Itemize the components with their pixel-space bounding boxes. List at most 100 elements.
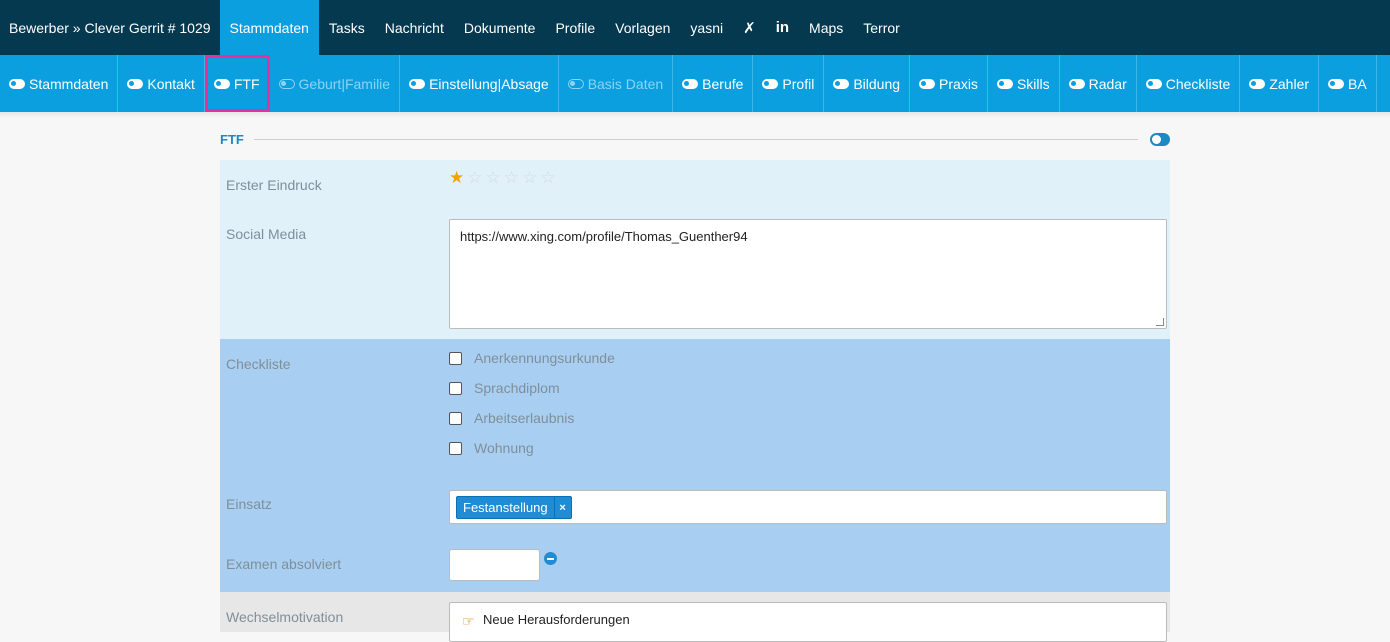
subnav-praxis[interactable]: Praxis xyxy=(910,55,988,112)
toggle-on-icon xyxy=(919,78,936,89)
star-icon[interactable]: ☆ xyxy=(540,169,555,186)
rating-stars: ★ ☆ ☆ ☆ ☆ ☆ xyxy=(449,169,559,186)
subnav-berufe[interactable]: Berufe xyxy=(673,55,754,112)
topnav-yasni[interactable]: yasni xyxy=(680,0,733,55)
resize-handle-icon[interactable] xyxy=(1156,318,1164,326)
subnav-label: FTF xyxy=(233,75,260,92)
checkbox[interactable] xyxy=(449,381,462,395)
examen-label: Examen absolviert xyxy=(226,556,342,572)
subnav-radar[interactable]: Radar xyxy=(1060,55,1137,112)
subnav-label: BA xyxy=(1348,75,1367,92)
star-icon[interactable]: ☆ xyxy=(522,169,537,186)
subnav-checkliste[interactable]: Checkliste xyxy=(1137,55,1241,112)
minus-circle-icon[interactable] xyxy=(544,552,557,565)
star-icon[interactable]: ☆ xyxy=(486,169,501,186)
pointing-hand-icon: ☞ xyxy=(462,613,475,629)
subnav-label: Bildung xyxy=(853,75,901,92)
subnav-label: Skills xyxy=(1016,75,1050,92)
checkbox-label: Anerkennungsurkunde xyxy=(474,350,615,366)
subnav-profil[interactable]: Profil xyxy=(753,55,825,112)
checkbox-wohnung[interactable]: Wohnung xyxy=(449,440,534,456)
toggle-on-icon xyxy=(682,78,699,89)
subnav-label: Checkliste xyxy=(1165,75,1231,92)
toggle-on-icon xyxy=(762,78,779,89)
checkbox-arbeitserlaubnis[interactable]: Arbeitserlaubnis xyxy=(449,410,574,426)
subnav-stammdaten[interactable]: Stammdaten xyxy=(0,55,119,112)
xing-icon[interactable]: ✗ xyxy=(733,0,766,55)
wechselmotivation-select[interactable]: ☞ Neue Herausforderungen xyxy=(449,602,1167,642)
toggle-on-icon xyxy=(1328,78,1345,89)
subnav-label: Basis Daten xyxy=(587,75,664,92)
top-navbar: Bewerber » Clever Gerrit # 1029 Stammdat… xyxy=(0,0,1390,55)
checkliste-label: Checkliste xyxy=(226,356,291,372)
checkbox[interactable] xyxy=(449,441,462,455)
subnav-kontakt[interactable]: Kontakt xyxy=(118,55,205,112)
topnav-profile[interactable]: Profile xyxy=(545,0,605,55)
topnav-dokumente[interactable]: Dokumente xyxy=(454,0,546,55)
subnav-label: Praxis xyxy=(939,75,978,92)
topnav-terror[interactable]: Terror xyxy=(853,0,910,55)
toggle-on-icon xyxy=(1145,78,1162,89)
candidate-title: Bewerber » Clever Gerrit # 1029 xyxy=(9,19,211,36)
toggle-off-icon xyxy=(567,78,584,89)
star-icon[interactable]: ★ xyxy=(449,169,464,186)
subnav-label: Radar xyxy=(1088,75,1127,92)
wechselmotivation-label: Wechselmotivation xyxy=(226,609,344,625)
checkbox-label: Wohnung xyxy=(474,440,534,456)
topnav-maps[interactable]: Maps xyxy=(799,0,853,55)
erster-eindruck-label: Erster Eindruck xyxy=(226,177,322,193)
examen-input[interactable] xyxy=(449,549,540,581)
star-icon[interactable]: ☆ xyxy=(467,169,482,186)
section-divider xyxy=(253,138,1138,140)
row-checkliste-block: Checkliste Anerkennungsurkunde Sprachdip… xyxy=(220,339,1170,592)
topnav-vorlagen[interactable]: Vorlagen xyxy=(605,0,680,55)
linkedin-icon[interactable]: in xyxy=(766,0,799,55)
section-header: FTF xyxy=(220,130,1170,148)
checkbox[interactable] xyxy=(449,411,462,425)
subnav-einstellung-absage[interactable]: Einstellung|Absage xyxy=(400,55,559,112)
row-wechselmotivation: Wechselmotivation ☞ Neue Herausforderung… xyxy=(220,592,1170,642)
toggle-off-icon xyxy=(278,78,295,89)
subnav-label: Zahler xyxy=(1269,75,1310,92)
row-social-media: Social Media https://www.xing.com/profil… xyxy=(220,210,1170,339)
star-icon[interactable]: ☆ xyxy=(504,169,519,186)
toggle-on-icon xyxy=(127,78,144,89)
toggle-on-icon xyxy=(213,78,230,89)
social-media-value: https://www.xing.com/profile/Thomas_Guen… xyxy=(460,229,748,244)
wechselmotivation-value: Neue Herausforderungen xyxy=(483,612,630,627)
subnav-ba[interactable]: BA xyxy=(1319,55,1377,112)
subnav-bildung[interactable]: Bildung xyxy=(824,55,911,112)
toggle-on-icon xyxy=(9,78,25,89)
topnav-nachricht[interactable]: Nachricht xyxy=(375,0,454,55)
subnav-ftf[interactable]: FTF xyxy=(204,55,270,112)
subnav-zahler[interactable]: Zahler xyxy=(1240,55,1320,112)
toggle-on-icon xyxy=(996,78,1013,89)
subnav-basis-daten[interactable]: Basis Daten xyxy=(559,55,674,112)
subnav-label: Geburt|Familie xyxy=(298,75,391,92)
toggle-on-icon xyxy=(833,78,850,89)
topnav-stammdaten[interactable]: Stammdaten xyxy=(219,0,319,55)
checkbox-anerkennungsurkunde[interactable]: Anerkennungsurkunde xyxy=(449,350,615,366)
tag-label: Festanstellung xyxy=(463,500,548,515)
einsatz-tag: Festanstellung × xyxy=(456,496,572,519)
subnav-geburt-familie[interactable]: Geburt|Familie xyxy=(270,55,401,112)
topnav-tasks[interactable]: Tasks xyxy=(319,0,375,55)
section-toggle[interactable] xyxy=(1150,132,1170,146)
remove-tag-icon[interactable]: × xyxy=(553,497,571,518)
subnav-label: Kontakt xyxy=(147,75,195,92)
social-media-label: Social Media xyxy=(226,226,307,242)
section-navbar: Stammdaten Kontakt FTF Geburt|Familie Ei… xyxy=(0,55,1390,112)
subnav-skills[interactable]: Skills xyxy=(988,55,1060,112)
subnav-label: Einstellung|Absage xyxy=(429,75,549,92)
checkbox-sprachdiplom[interactable]: Sprachdiplom xyxy=(449,380,560,396)
subnav-label: Stammdaten xyxy=(29,75,109,92)
section-title: FTF xyxy=(220,131,244,147)
einsatz-multiselect[interactable]: Festanstellung × xyxy=(449,490,1167,524)
social-media-textarea[interactable]: https://www.xing.com/profile/Thomas_Guen… xyxy=(449,219,1167,329)
checkbox-label: Sprachdiplom xyxy=(474,380,560,396)
checkbox[interactable] xyxy=(449,351,462,365)
subnav-label: Profil xyxy=(782,75,815,92)
subnav-label: Berufe xyxy=(702,75,744,92)
row-erster-eindruck: Erster Eindruck ★ ☆ ☆ ☆ ☆ ☆ xyxy=(220,160,1170,210)
checkbox-label: Arbeitserlaubnis xyxy=(474,410,575,426)
